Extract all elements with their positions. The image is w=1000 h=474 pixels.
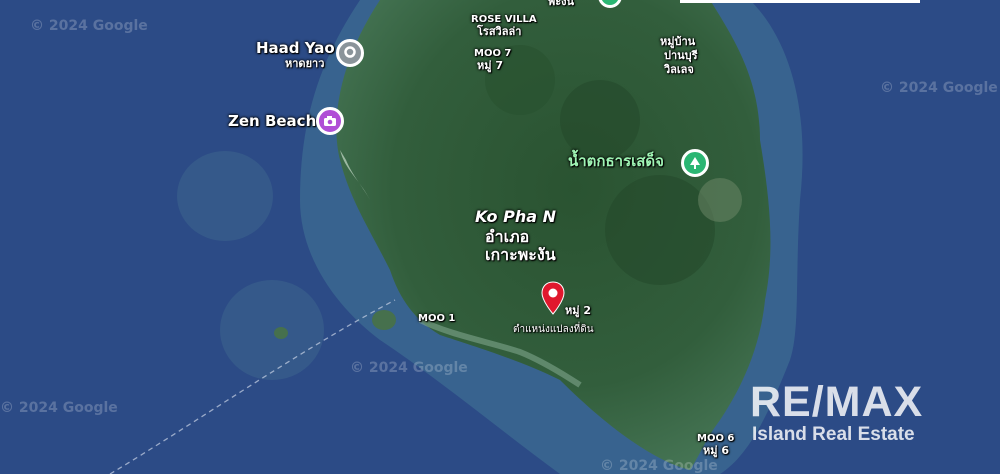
place-label: พะงัน [548, 0, 575, 8]
place-label-moo6: MOO 6 [697, 433, 735, 444]
place-label-zen-beach[interactable]: Zen Beach [228, 113, 316, 130]
remax-logo: RE/MAX [750, 378, 924, 426]
place-label-rose-villa-th: โรสวิลล่า [477, 25, 522, 38]
place-label-moo1: MOO 1 [418, 313, 456, 324]
district-label-en: Ko Pha N [475, 207, 556, 226]
map-pin-icon[interactable] [540, 281, 566, 319]
remax-subtitle: Island Real Estate [752, 424, 915, 445]
place-label-plot-location: ตำแหน่งแปลงที่ดิน [513, 324, 594, 335]
place-label-moo7: MOO 7 [474, 48, 512, 59]
place-label-village-2: ปานบุรี [664, 49, 698, 62]
place-label-moo7-th: หมู่ 7 [477, 59, 503, 72]
google-watermark: © 2024 Google [600, 458, 718, 474]
place-label-moo6-th: หมู่ 6 [703, 444, 729, 457]
google-watermark: © 2024 Google [30, 18, 148, 34]
place-label-village-3: วิลเลจ [664, 63, 694, 76]
place-label-village-1: หมู่บ้าน [660, 35, 696, 48]
google-watermark: © 2024 Google [0, 400, 118, 416]
place-label-waterfall[interactable]: น้ำตกธารเสด็จ [568, 153, 664, 170]
district-label-th-1: อำเภอ [485, 227, 530, 246]
camera-icon[interactable] [316, 107, 344, 135]
place-label-haad-yao-th: หาดยาว [285, 57, 325, 70]
location-icon[interactable] [336, 39, 364, 67]
place-label-haad-yao[interactable]: Haad Yao [256, 40, 335, 57]
satellite-map[interactable]: © 2024 Google © 2024 Google © 2024 Googl… [0, 0, 1000, 474]
google-watermark: © 2024 Google [880, 80, 998, 96]
place-label-rose-villa[interactable]: ROSE VILLA [471, 14, 537, 25]
google-watermark: © 2024 Google [350, 360, 468, 376]
district-label-th-2: เกาะพะงัน [485, 245, 556, 264]
top-edge-bar [680, 0, 920, 3]
place-label-moo2: หมู่ 2 [565, 304, 591, 317]
tree-icon[interactable] [681, 149, 709, 177]
